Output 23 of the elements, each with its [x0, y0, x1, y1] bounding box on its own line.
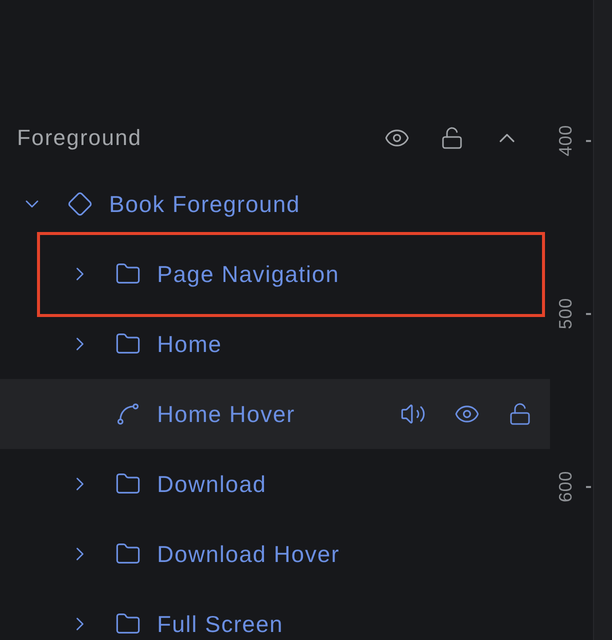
ruler-label: 500 [556, 298, 577, 330]
layer-name[interactable]: Full Screen [157, 610, 284, 638]
ruler-tick [586, 312, 591, 314]
layer-row[interactable]: Home Hover [0, 379, 550, 449]
layer-name[interactable]: Download [157, 470, 266, 498]
layer-name[interactable]: Download Hover [157, 540, 340, 568]
layer-name[interactable]: Book Foreground [109, 190, 300, 218]
layer-row[interactable]: Download Hover [0, 519, 550, 589]
layer-name[interactable]: Page Navigation [157, 260, 340, 288]
layer-row[interactable]: Download [0, 449, 550, 519]
ruler-tick [586, 140, 591, 142]
ruler-label: 600 [556, 470, 577, 502]
layer-row[interactable]: Full Screen [0, 589, 550, 640]
ruler-tick [586, 486, 591, 488]
ruler-label: 400 [556, 124, 577, 156]
layer-name[interactable]: Home [157, 330, 222, 358]
layer-row[interactable]: Page Navigation [0, 239, 550, 309]
layer-row[interactable]: Home [0, 309, 550, 379]
padlock-icon[interactable] [440, 126, 464, 150]
padlock-icon[interactable] [508, 402, 532, 426]
layer-name[interactable]: Home Hover [157, 400, 296, 428]
layer-row[interactable]: Book Foreground [0, 169, 550, 239]
panel-title: Foreground [17, 125, 142, 151]
